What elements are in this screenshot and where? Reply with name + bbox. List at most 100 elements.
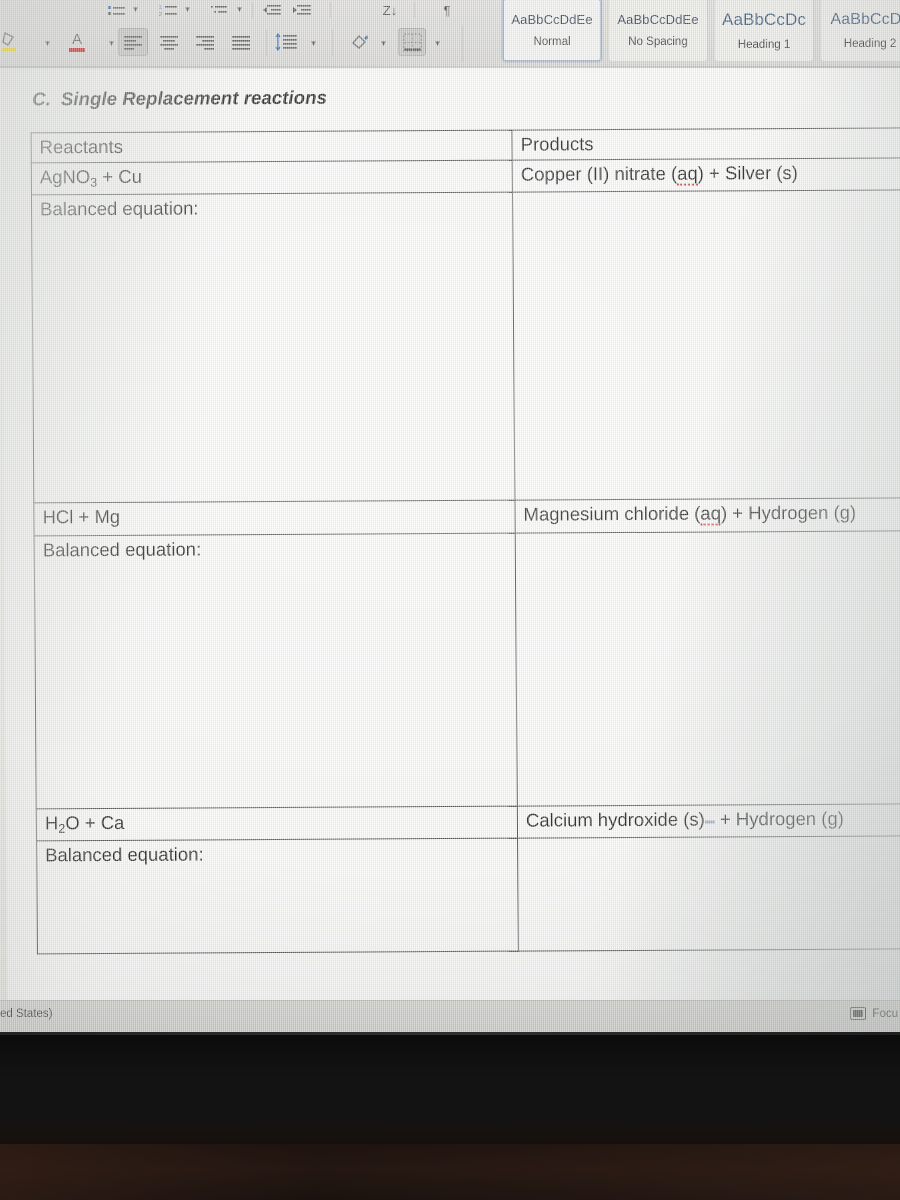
product-3-post: + Hydrogen (g) bbox=[714, 807, 844, 830]
font-color-chevron-down-icon[interactable]: ▾ bbox=[106, 38, 117, 49]
product-2-post: ) + Hydrogen (g) bbox=[720, 501, 857, 524]
style-normal[interactable]: AaBbCcDdEe Normal bbox=[502, 0, 602, 62]
decrease-indent-icon[interactable] bbox=[262, 1, 284, 19]
product-3-pre: Calcium hydroxide (s) bbox=[525, 808, 705, 831]
multilevel-list-icon[interactable] bbox=[210, 1, 232, 19]
product-1-post: ) + Silver (s) bbox=[697, 161, 798, 184]
cell-reactant-2[interactable]: HCl + Mg bbox=[33, 500, 516, 536]
sort-icon-label: Z↓ bbox=[382, 2, 398, 18]
align-center-icon[interactable] bbox=[154, 28, 184, 56]
align-right-icon[interactable] bbox=[190, 28, 220, 56]
cell-balanced-2-right[interactable] bbox=[515, 530, 900, 806]
product-1-pre: Copper (II) nitrate ( bbox=[520, 162, 678, 185]
page-title-text: Single Replacement reactions bbox=[60, 86, 328, 110]
cell-balanced-2[interactable]: Balanced equation: bbox=[34, 532, 518, 809]
style-heading-2-preview: AaBbCcDc bbox=[830, 10, 900, 28]
cell-balanced-1-right[interactable] bbox=[512, 189, 900, 501]
ribbon-divider-2 bbox=[330, 2, 331, 18]
line-spacing-chevron-down-icon[interactable]: ▾ bbox=[308, 38, 319, 49]
font-color-letter: A bbox=[71, 30, 82, 48]
balanced-label-1: Balanced equation: bbox=[40, 197, 199, 220]
reactant-2-formula: HCl + Mg bbox=[42, 506, 121, 528]
font-color-icon[interactable]: A bbox=[66, 30, 88, 54]
ribbon-divider-5 bbox=[266, 30, 267, 56]
style-heading-1[interactable]: AaBbCcDc Heading 1 bbox=[714, 0, 814, 62]
product-3-blue-mark-icon bbox=[704, 819, 715, 824]
style-no-spacing-preview: AaBbCcDdEe bbox=[617, 12, 699, 27]
status-bar: ed States) Focu bbox=[0, 1000, 900, 1032]
cell-reactants-header: Reactants bbox=[30, 130, 513, 163]
style-heading-2[interactable]: AaBbCcDc Heading 2 bbox=[820, 0, 900, 62]
ribbon-divider-6 bbox=[332, 30, 333, 56]
increase-indent-icon[interactable] bbox=[292, 1, 314, 19]
reactant-1-tail: + Cu bbox=[97, 165, 143, 187]
shading-chevron-down-icon[interactable]: ▾ bbox=[378, 38, 389, 49]
page-title-letter: C. bbox=[32, 88, 52, 110]
table-row-equation-3: H2O + Ca Calcium hydroxide (s) + Hydroge… bbox=[36, 803, 900, 841]
highlight-chevron-down-icon[interactable]: ▾ bbox=[42, 38, 53, 49]
multilevel-chevron-down-icon[interactable]: ▾ bbox=[234, 4, 245, 15]
table-row-balanced-2: Balanced equation: bbox=[34, 530, 900, 809]
borders-icon[interactable] bbox=[398, 28, 426, 56]
word-ribbon-paragraph-group: ▾ 12 ▾ ▾ Z↓ ¶ ▾ A ▾ ▾ ▾ ▾ AaBbCcDdEe Nor… bbox=[0, 0, 900, 68]
justify-icon[interactable] bbox=[226, 28, 256, 56]
focus-mode-icon[interactable] bbox=[850, 1007, 867, 1020]
bullets-icon[interactable] bbox=[106, 1, 128, 19]
table-row-equation-2: HCl + Mg Magnesium chloride (aq) + Hydro… bbox=[33, 497, 900, 536]
table-row-balanced-1: Balanced equation: bbox=[31, 189, 900, 504]
table-row-balanced-3: Balanced equation: bbox=[36, 835, 900, 954]
product-2-pre: Magnesium chloride ( bbox=[523, 502, 701, 525]
ribbon-divider-7 bbox=[462, 26, 463, 62]
bullets-chevron-down-icon[interactable]: ▾ bbox=[130, 4, 141, 15]
style-normal-preview: AaBbCcDdEe bbox=[511, 12, 593, 27]
ribbon-divider-3 bbox=[414, 2, 415, 18]
style-no-spacing-label: No Spacing bbox=[628, 36, 688, 48]
product-1-misspelled-word: aq bbox=[677, 162, 698, 186]
reactions-table[interactable]: Reactants Products AgNO3 + Cu Copper (II… bbox=[30, 127, 900, 954]
svg-text:1: 1 bbox=[159, 5, 162, 11]
status-language[interactable]: ed States) bbox=[0, 1008, 52, 1020]
cell-reactant-3[interactable]: H2O + Ca bbox=[36, 805, 518, 841]
document-body: C. Single Replacement reactions Reactants… bbox=[0, 65, 900, 1005]
style-heading-1-label: Heading 1 bbox=[737, 38, 791, 51]
align-left-icon[interactable] bbox=[118, 28, 148, 56]
pilcrow-glyph: ¶ bbox=[443, 2, 451, 18]
reactant-3-tail: O + Ca bbox=[65, 811, 125, 833]
page-title: C. Single Replacement reactions bbox=[32, 87, 327, 111]
balanced-label-2: Balanced equation: bbox=[42, 537, 202, 560]
borders-chevron-down-icon[interactable]: ▾ bbox=[432, 38, 443, 49]
ribbon-divider bbox=[252, 2, 253, 18]
table-row-equation-1: AgNO3 + Cu Copper (II) nitrate (aq) + Si… bbox=[31, 157, 900, 196]
style-normal-label: Normal bbox=[533, 36, 571, 48]
cell-balanced-3[interactable]: Balanced equation: bbox=[36, 837, 519, 954]
focus-mode-label[interactable]: Focu bbox=[872, 1008, 898, 1020]
shading-icon[interactable] bbox=[348, 30, 372, 54]
show-formatting-marks-icon[interactable]: ¶ bbox=[436, 0, 458, 20]
sort-icon[interactable]: Z↓ bbox=[378, 0, 402, 20]
cell-balanced-1[interactable]: Balanced equation: bbox=[31, 192, 515, 504]
styles-gallery: AaBbCcDdEe Normal AaBbCcDdEe No Spacing … bbox=[476, 0, 900, 66]
font-color-swatch bbox=[69, 47, 85, 52]
numbering-chevron-down-icon[interactable]: ▾ bbox=[182, 4, 193, 15]
cell-product-1[interactable]: Copper (II) nitrate (aq) + Silver (s) bbox=[512, 157, 900, 193]
numbering-icon[interactable]: 12 bbox=[158, 1, 180, 19]
style-heading-1-preview: AaBbCcDc bbox=[722, 9, 806, 29]
text-highlight-color-icon[interactable] bbox=[0, 30, 22, 54]
cell-product-2[interactable]: Magnesium chloride (aq) + Hydrogen (g) bbox=[514, 497, 900, 533]
reactant-1-formula: AgNO bbox=[39, 165, 91, 188]
status-right-group: Focu bbox=[850, 1007, 898, 1020]
cell-product-3[interactable]: Calcium hydroxide (s) + Hydrogen (g) bbox=[517, 803, 900, 838]
monitor-screen: ▾ 12 ▾ ▾ Z↓ ¶ ▾ A ▾ ▾ ▾ ▾ AaBbCcDdEe Nor… bbox=[0, 0, 900, 1032]
balanced-label-3: Balanced equation: bbox=[45, 843, 204, 866]
style-heading-2-label: Heading 2 bbox=[843, 37, 897, 50]
style-no-spacing[interactable]: AaBbCcDdEe No Spacing bbox=[608, 0, 708, 62]
line-and-paragraph-spacing-icon[interactable] bbox=[274, 30, 300, 54]
desk-surface bbox=[0, 1144, 900, 1200]
monitor-bezel bbox=[0, 1032, 900, 1144]
product-2-misspelled-word: aq bbox=[700, 502, 722, 526]
cell-balanced-3-right[interactable] bbox=[517, 835, 900, 951]
document-page[interactable]: C. Single Replacement reactions Reactants… bbox=[0, 65, 900, 1006]
cell-reactant-1[interactable]: AgNO3 + Cu bbox=[31, 159, 513, 196]
svg-text:2: 2 bbox=[159, 12, 162, 17]
reactant-3-formula: H bbox=[44, 811, 59, 833]
